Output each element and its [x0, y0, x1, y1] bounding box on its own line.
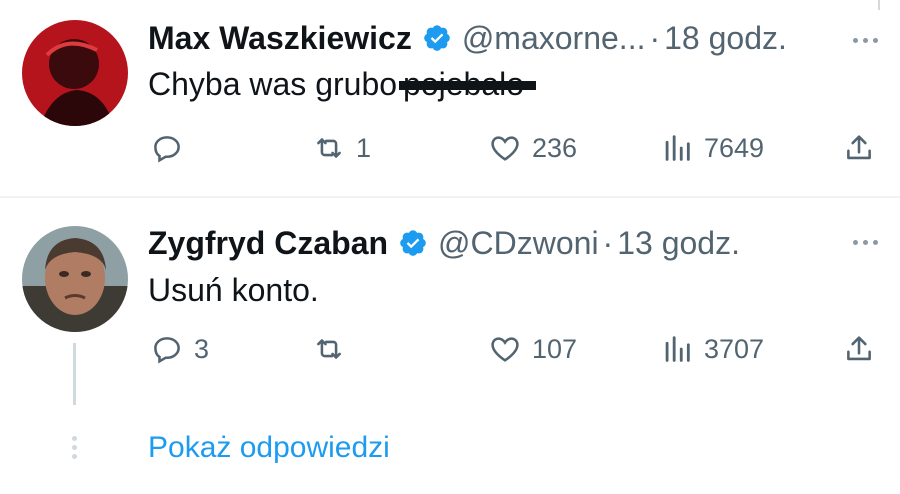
like-button[interactable]: 107 [488, 329, 577, 369]
tweet-text-content: Chyba was grubo [148, 66, 398, 102]
views-button[interactable]: 3707 [660, 329, 764, 369]
tweet-actions: 3 107 3707 [0, 329, 900, 369]
like-count: 236 [532, 132, 578, 163]
retweet-button[interactable]: 1 [312, 128, 371, 168]
views-icon [660, 332, 694, 366]
more-icon[interactable] [853, 38, 878, 43]
share-button[interactable] [842, 128, 876, 168]
show-replies-link[interactable]: Pokaż odpowiedzi [148, 428, 390, 468]
like-count: 107 [532, 333, 578, 364]
views-icon [660, 131, 694, 165]
reply-icon [150, 131, 184, 165]
thread-dots [72, 436, 77, 459]
display-name[interactable]: Zygfryd Czaban [148, 223, 388, 263]
views-button[interactable]: 7649 [660, 128, 764, 168]
reply-button[interactable] [150, 128, 194, 168]
retweet-icon [312, 131, 346, 165]
like-button[interactable]: 236 [488, 128, 577, 168]
tweet[interactable]: Max Waszkiewicz @maxorne... · 18 godz. C… [0, 0, 900, 196]
tweet-divider [0, 196, 900, 198]
timestamp[interactable]: 18 godz. [664, 18, 787, 58]
tweet-text: Chyba was grubo pojebało [148, 64, 524, 104]
thread-line [73, 343, 76, 405]
like-icon [488, 131, 522, 165]
display-name[interactable]: Max Waszkiewicz [148, 18, 412, 58]
tweet-header: Max Waszkiewicz @maxorne... · 18 godz. [148, 18, 787, 58]
views-count: 3707 [704, 333, 765, 364]
user-handle[interactable]: @CDzwoni [438, 223, 599, 263]
redacted-word: pojebało [403, 66, 525, 102]
views-count: 7649 [704, 132, 765, 163]
separator-dot: · [649, 20, 661, 56]
like-icon [488, 332, 522, 366]
tweet-actions: 1 236 7649 [0, 128, 900, 168]
tweet-text: Usuń konto. [148, 272, 319, 308]
share-icon [842, 131, 876, 165]
avatar[interactable] [22, 226, 128, 332]
share-icon [842, 332, 876, 366]
retweet-count: 1 [356, 132, 372, 163]
tweet-header: Zygfryd Czaban @CDzwoni · 13 godz. [148, 223, 740, 263]
retweet-icon [312, 332, 346, 366]
reply-button[interactable]: 3 [150, 329, 209, 369]
separator-dot: · [602, 225, 614, 261]
verified-badge-icon [398, 228, 428, 258]
reply-icon [150, 332, 184, 366]
avatar[interactable] [22, 20, 128, 126]
verified-badge-icon [422, 23, 452, 53]
reply-count: 3 [194, 333, 210, 364]
tweet[interactable]: Zygfryd Czaban @CDzwoni · 13 godz. Usuń … [0, 199, 900, 424]
more-icon[interactable] [853, 240, 878, 245]
retweet-button[interactable] [312, 329, 356, 369]
share-button[interactable] [842, 329, 876, 369]
timestamp[interactable]: 13 godz. [617, 223, 740, 263]
user-handle[interactable]: @maxorne... [462, 18, 646, 58]
